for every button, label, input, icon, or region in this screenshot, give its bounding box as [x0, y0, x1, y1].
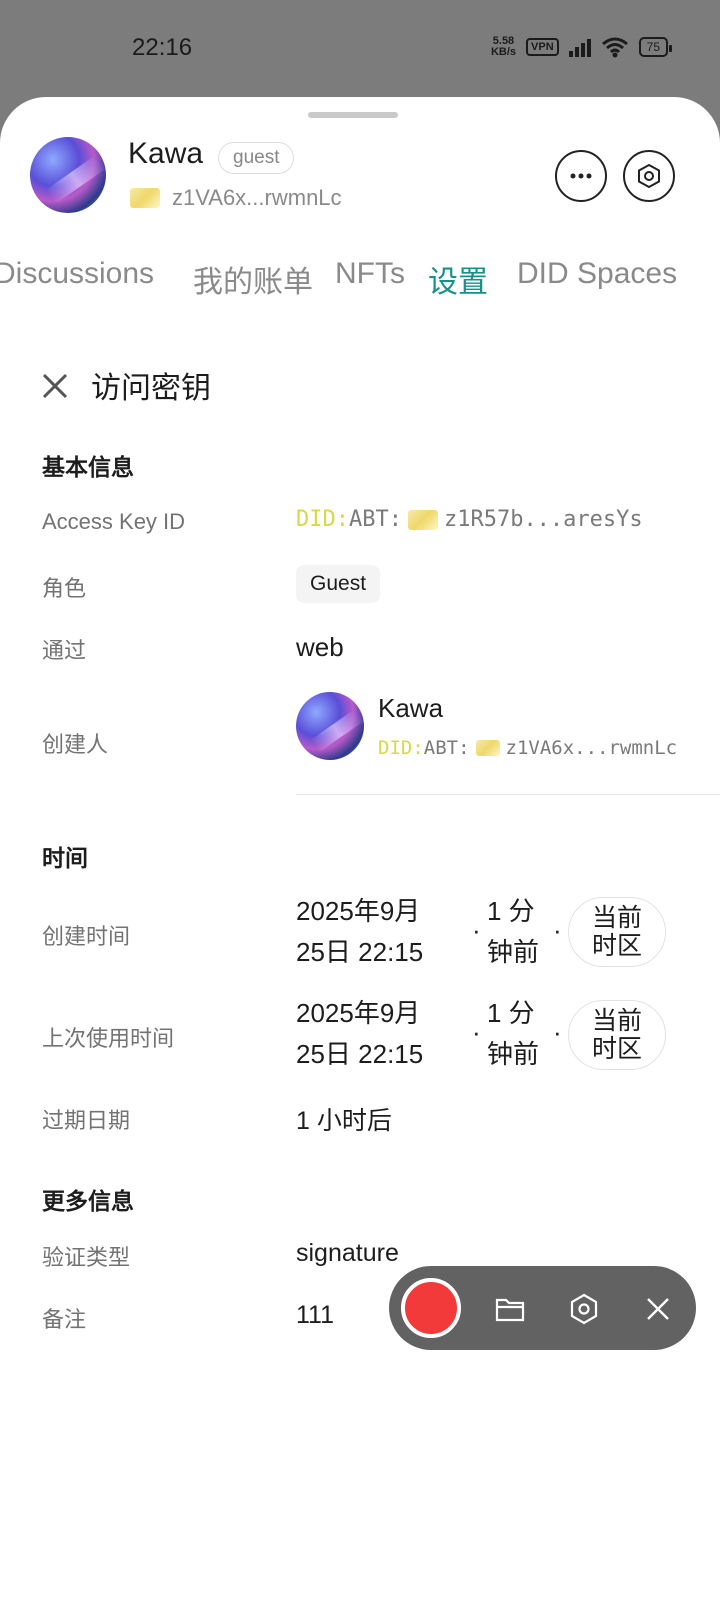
sheet-drag-handle[interactable] [308, 112, 398, 118]
record-button[interactable] [401, 1278, 461, 1338]
section-basic-info: 基本信息 [42, 454, 134, 480]
timezone-label-2: 时区 [591, 932, 642, 960]
expire-label: 过期日期 [42, 1108, 131, 1133]
network-speed: 5.58 KB/s [491, 36, 516, 58]
expire-value: 1 小时后 [296, 1107, 392, 1135]
timezone-label-1: 当前 [591, 1007, 642, 1035]
gear-icon [638, 163, 660, 189]
more-icon [570, 173, 592, 179]
did-icon [475, 740, 500, 756]
tab-bar: Discussions 我的账单 NFTs 设置 DID Spaces [0, 257, 720, 307]
last-used-date: 2025年9月 [296, 998, 421, 1028]
tab-settings[interactable]: 设置 [428, 257, 488, 301]
tab-did-spaces[interactable]: DID Spaces [517, 257, 677, 291]
last-used-relative: 1 分 钟前 [487, 993, 539, 1075]
page-title: 访问密钥 [91, 372, 211, 405]
status-icons: 5.58 KB/s VPN 75 [491, 36, 673, 58]
folder-icon[interactable] [493, 1292, 527, 1326]
wifi-icon [601, 37, 628, 58]
auth-type-label: 验证类型 [42, 1245, 131, 1270]
status-time: 22:16 [132, 34, 193, 61]
avatar[interactable] [30, 137, 106, 213]
created-relative-2: 钟前 [487, 937, 540, 967]
separator-dot: · [553, 1017, 562, 1047]
bottom-sheet: Kawa guest z1VA6x...rwmnLc Discussions 我… [0, 97, 720, 1600]
more-button[interactable] [555, 150, 607, 202]
settings-icon[interactable] [567, 1292, 601, 1326]
did-prefix: DID: [378, 737, 424, 759]
via-label: 通过 [42, 638, 87, 663]
section-time: 时间 [42, 845, 88, 871]
creator-did[interactable]: DID: ABT: z1VA6x...rwmnLc [378, 737, 677, 759]
created-time-label: 创建时间 [42, 924, 131, 949]
separator-dot: · [553, 915, 562, 945]
via-value: web [296, 632, 344, 662]
did-icon [407, 509, 438, 530]
last-used-relative-2: 钟前 [487, 1039, 540, 1069]
access-key-label: Access Key ID [42, 509, 186, 534]
did-icon [130, 188, 160, 208]
created-time: 25日 22:15 [296, 937, 424, 967]
created-relative-1: 1 分 [487, 896, 535, 926]
timezone-label-1: 当前 [591, 904, 642, 932]
remark-value: 111 [296, 1301, 335, 1329]
created-time-value: 2025年9月 25日 22:15 [296, 891, 423, 973]
auth-type-value: signature [296, 1239, 399, 1267]
speed-unit: KB/s [490, 46, 517, 58]
last-used-time: 25日 22:15 [296, 1039, 424, 1069]
access-key-value[interactable]: DID: ABT: z1R57b...aresYs [296, 507, 643, 532]
divider [296, 794, 720, 795]
creator-label: 创建人 [42, 732, 109, 757]
close-icon[interactable] [641, 1292, 675, 1326]
creator-avatar[interactable] [296, 692, 364, 760]
battery-icon: 75 [638, 37, 673, 57]
access-key-id-text: z1R57b...aresYs [443, 507, 643, 532]
created-date: 2025年9月 [296, 896, 421, 926]
last-used-value: 2025年9月 25日 22:15 [296, 993, 423, 1075]
timezone-button[interactable]: 当前 时区 [568, 897, 666, 967]
created-relative: 1 分 钟前 [487, 891, 539, 973]
tab-discussions[interactable]: Discussions [0, 257, 154, 291]
creator-name: Kawa [378, 693, 444, 723]
role-label: 角色 [42, 576, 87, 601]
creator-did-text: z1VA6x...rwmnLc [505, 737, 678, 759]
screen-recorder-toolbar [389, 1266, 696, 1350]
last-used-label: 上次使用时间 [42, 1026, 175, 1051]
did-prefix: DID: [296, 507, 349, 532]
vpn-icon: VPN [526, 38, 559, 56]
profile-did[interactable]: z1VA6x...rwmnLc [130, 185, 342, 211]
profile-did-text: z1VA6x...rwmnLc [172, 185, 342, 210]
remark-label: 备注 [42, 1307, 87, 1332]
timezone-button[interactable]: 当前 时区 [568, 1000, 666, 1070]
tab-my-bills[interactable]: 我的账单 [193, 257, 313, 301]
signal-icon [568, 37, 591, 57]
separator-dot: · [472, 915, 481, 945]
separator-dot: · [472, 1017, 481, 1047]
close-icon[interactable] [40, 371, 70, 401]
did-abt: ABT: [423, 737, 470, 759]
did-abt: ABT: [348, 507, 402, 532]
section-more-info: 更多信息 [42, 1188, 134, 1214]
status-bar: 22:16 5.58 KB/s VPN 75 [0, 0, 720, 98]
profile-name: Kawa [128, 137, 204, 170]
last-used-relative-1: 1 分 [487, 998, 535, 1028]
role-badge: guest [218, 142, 295, 174]
role-chip: Guest [296, 565, 381, 603]
timezone-label-2: 时区 [591, 1035, 642, 1063]
settings-button[interactable] [623, 150, 675, 202]
tab-nfts[interactable]: NFTs [335, 257, 405, 291]
